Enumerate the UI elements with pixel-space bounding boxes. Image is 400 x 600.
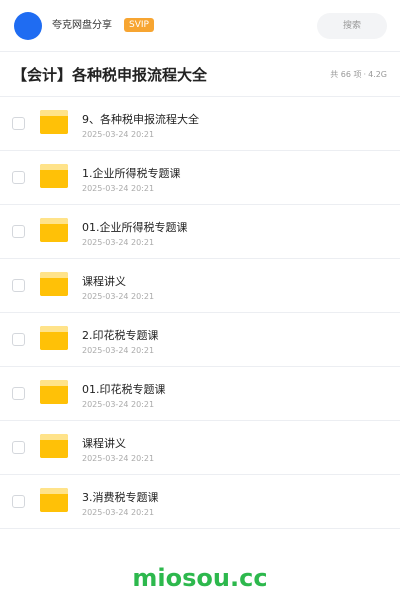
- row-checkbox[interactable]: [12, 495, 25, 508]
- file-row[interactable]: 课程讲义 2025-03-24 20:21: [0, 259, 400, 313]
- file-row[interactable]: 2.印花税专题课 2025-03-24 20:21: [0, 313, 400, 367]
- row-checkbox[interactable]: [12, 279, 25, 292]
- file-name: 9、各种税申报流程大全: [82, 113, 199, 126]
- file-row[interactable]: 课程讲义 2025-03-24 20:21: [0, 421, 400, 475]
- folder-icon: [40, 218, 68, 242]
- folder-meta: 共 66 项 · 4.2G: [330, 69, 387, 81]
- file-name: 3.消费税专题课: [82, 491, 159, 504]
- file-name: 01.企业所得税专题课: [82, 221, 188, 234]
- folder-icon: [40, 326, 68, 350]
- search-label: 搜索: [342, 21, 361, 31]
- file-row[interactable]: 01.印花税专题课 2025-03-24 20:21: [0, 367, 400, 421]
- row-checkbox[interactable]: [12, 441, 25, 454]
- file-row[interactable]: 3.消费税专题课 2025-03-24 20:21: [0, 475, 400, 529]
- file-date: 2025-03-24 20:21: [82, 184, 155, 193]
- share-name: 夸克网盘分享: [52, 20, 112, 31]
- row-checkbox[interactable]: [12, 117, 25, 130]
- folder-icon: [40, 272, 68, 296]
- search-button[interactable]: 搜索: [317, 13, 387, 39]
- row-checkbox[interactable]: [12, 225, 25, 238]
- folder-icon: [40, 380, 68, 404]
- meta-separator: ·: [363, 70, 367, 79]
- file-name: 课程讲义: [82, 275, 126, 288]
- file-name: 1.企业所得税专题课: [82, 167, 181, 180]
- file-date: 2025-03-24 20:21: [82, 346, 155, 355]
- row-checkbox[interactable]: [12, 171, 25, 184]
- file-row[interactable]: 1.企业所得税专题课 2025-03-24 20:21: [0, 151, 400, 205]
- file-name: 01.印花税专题课: [82, 383, 166, 396]
- top-bar: 夸克网盘分享 SVIP 搜索: [0, 0, 400, 52]
- avatar[interactable]: [14, 12, 42, 40]
- file-date: 2025-03-24 20:21: [82, 508, 155, 517]
- title-bar: 【会计】各种税申报流程大全 共 66 项 · 4.2G: [0, 53, 400, 97]
- file-row[interactable]: 9、各种税申报流程大全 2025-03-24 20:21: [0, 97, 400, 151]
- file-name: 2.印花税专题课: [82, 329, 159, 342]
- file-date: 2025-03-24 20:21: [82, 400, 155, 409]
- row-checkbox[interactable]: [12, 333, 25, 346]
- site-watermark: miosou.cc: [132, 564, 268, 592]
- file-date: 2025-03-24 20:21: [82, 130, 155, 139]
- file-date: 2025-03-24 20:21: [82, 238, 155, 247]
- file-date: 2025-03-24 20:21: [82, 292, 155, 301]
- page-title: 【会计】各种税申报流程大全: [12, 66, 208, 84]
- folder-icon: [40, 434, 68, 458]
- file-row[interactable]: 01.企业所得税专题课 2025-03-24 20:21: [0, 205, 400, 259]
- svip-badge: SVIP: [124, 18, 154, 32]
- file-name: 课程讲义: [82, 437, 126, 450]
- total-size: 4.2G: [368, 70, 387, 79]
- folder-icon: [40, 164, 68, 188]
- item-count: 共 66 项: [330, 70, 362, 79]
- file-date: 2025-03-24 20:21: [82, 454, 155, 463]
- row-checkbox[interactable]: [12, 387, 25, 400]
- folder-icon: [40, 110, 68, 134]
- folder-icon: [40, 488, 68, 512]
